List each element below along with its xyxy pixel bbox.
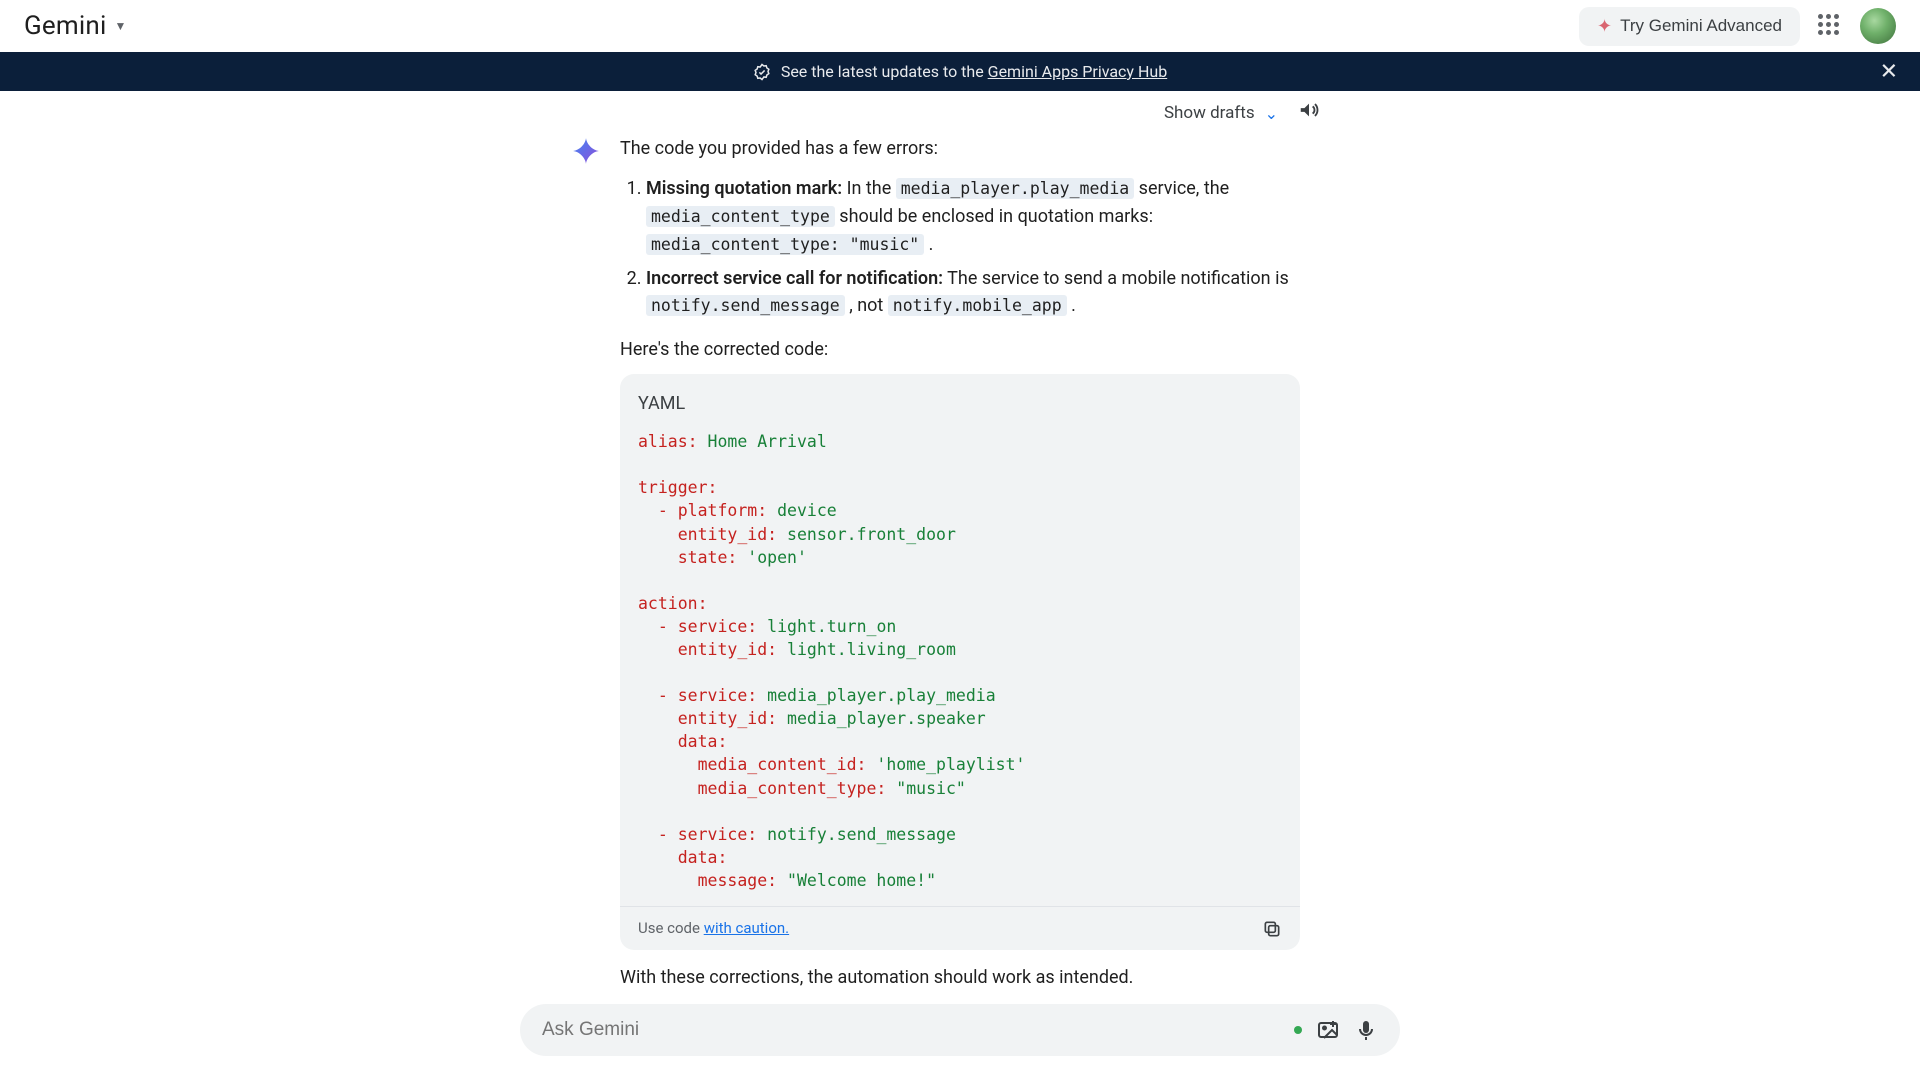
- sparkle-icon: ✦: [1597, 16, 1612, 37]
- microphone-icon[interactable]: [1354, 1018, 1378, 1042]
- inline-code: media_content_type: [646, 206, 835, 227]
- list-item: Missing quotation mark: In the media_pla…: [646, 175, 1300, 259]
- closing-text: With these corrections, the automation s…: [620, 964, 1300, 992]
- header-right: ✦ Try Gemini Advanced: [1579, 7, 1896, 46]
- banner-prefix: See the latest updates to the: [781, 62, 988, 81]
- error-title: Incorrect service call for notification:: [646, 268, 943, 289]
- logo-dropdown[interactable]: Gemini ▼: [24, 11, 126, 41]
- copy-icon[interactable]: [1262, 919, 1282, 939]
- list-item: Incorrect service call for notification:…: [646, 265, 1300, 321]
- inline-code: media_content_type: "music": [646, 234, 924, 255]
- inline-code: media_player.play_media: [896, 178, 1134, 199]
- privacy-hub-link[interactable]: Gemini Apps Privacy Hub: [988, 62, 1168, 81]
- chevron-down-icon: ▼: [115, 19, 127, 33]
- inline-code: notify.mobile_app: [888, 295, 1067, 316]
- intro-text: The code you provided has a few errors:: [620, 135, 1300, 163]
- gemini-avatar: [572, 137, 600, 992]
- code-block: YAML alias: Home Arrival trigger: - plat…: [620, 374, 1300, 950]
- corrected-label: Here's the corrected code:: [620, 336, 1300, 364]
- verified-icon: [753, 63, 771, 81]
- close-icon[interactable]: ✕: [1880, 59, 1898, 84]
- code-caution-link[interactable]: with caution.: [704, 919, 789, 937]
- try-advanced-label: Try Gemini Advanced: [1620, 16, 1782, 36]
- prompt-shell: [520, 1004, 1400, 1056]
- show-drafts-toggle[interactable]: Show drafts ⌄: [1164, 103, 1278, 123]
- try-advanced-button[interactable]: ✦ Try Gemini Advanced: [1579, 7, 1800, 46]
- image-upload-icon[interactable]: [1316, 1018, 1340, 1042]
- error-title: Missing quotation mark:: [646, 178, 842, 199]
- avatar[interactable]: [1860, 8, 1896, 44]
- inline-code: notify.send_message: [646, 295, 845, 316]
- apps-grid-icon[interactable]: [1818, 14, 1842, 38]
- code-language-label: YAML: [638, 390, 1282, 418]
- error-list: Missing quotation mark: In the media_pla…: [620, 175, 1300, 320]
- gemini-star-icon: [572, 137, 600, 165]
- logo-text: Gemini: [24, 11, 107, 41]
- speaker-icon[interactable]: [1298, 99, 1320, 127]
- app-header: Gemini ▼ ✦ Try Gemini Advanced: [0, 0, 1920, 52]
- prompt-bar: [520, 1004, 1400, 1056]
- privacy-banner: See the latest updates to the Gemini App…: [0, 52, 1920, 91]
- code-caution-prefix: Use code: [638, 919, 704, 937]
- status-dot-icon: [1294, 1026, 1302, 1034]
- show-drafts-label: Show drafts: [1164, 103, 1255, 123]
- code-content: alias: Home Arrival trigger: - platform:…: [638, 430, 1282, 906]
- response-toolbar: Show drafts ⌄: [0, 91, 1920, 135]
- chevron-down-icon: ⌄: [1265, 104, 1278, 123]
- code-footer: Use code with caution.: [620, 906, 1300, 950]
- response-body: The code you provided has a few errors: …: [620, 135, 1300, 992]
- prompt-input[interactable]: [542, 1019, 1280, 1041]
